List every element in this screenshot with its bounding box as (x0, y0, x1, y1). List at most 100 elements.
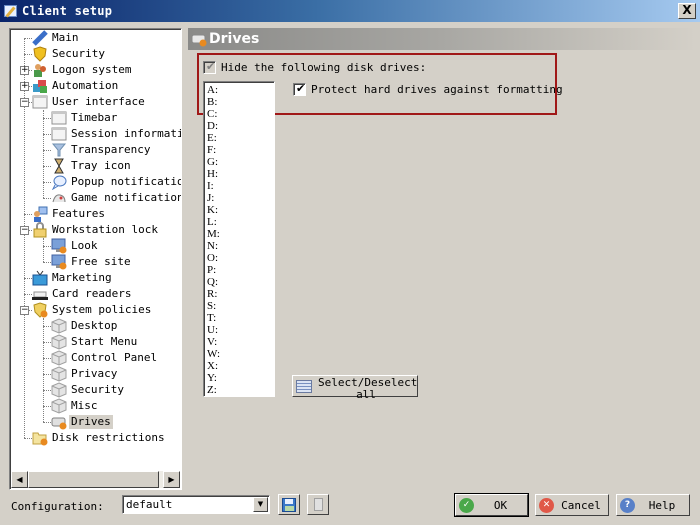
ok-button[interactable]: ✓ OK (454, 493, 529, 517)
policy-shield-icon (32, 302, 48, 318)
tree-item-security[interactable]: Security (51, 382, 126, 398)
tree-item-free-site[interactable]: Free site (51, 254, 133, 270)
drive-list-item[interactable]: T: (207, 312, 271, 324)
close-button[interactable]: X (678, 3, 696, 19)
drive-list-item[interactable]: F: (207, 144, 271, 156)
drive-list-item[interactable]: C: (207, 108, 271, 120)
tree-item-timebar[interactable]: Timebar (51, 110, 119, 126)
drive-list[interactable]: A: B: C: D: E: F: G: H: I: J: K: L: M: N: O: P: Q: R: S: T:… (203, 81, 275, 397)
tree-item-label: Start Menu (71, 335, 138, 348)
tree-horizontal-scrollbar[interactable]: ◀ ▶ (11, 471, 180, 488)
expand-icon[interactable]: + (20, 82, 29, 91)
user-monitor-icon (32, 206, 48, 222)
drive-list-item[interactable]: A: (207, 84, 271, 96)
window-title: Client setup (22, 4, 113, 18)
cancel-button[interactable]: ✕ Cancel (535, 494, 609, 516)
save-config-button[interactable] (278, 494, 300, 515)
monitor-icon (51, 238, 67, 254)
tree-item-card-readers[interactable]: Card readers (32, 286, 133, 302)
drive-list-item[interactable]: Y: (207, 372, 271, 384)
collapse-icon[interactable]: − (20, 226, 29, 235)
drive-list-item[interactable]: I: (207, 180, 271, 192)
funnel-icon (51, 142, 67, 158)
tree-item-disk-restrictions[interactable]: Disk restrictions (32, 430, 167, 446)
drive-list-item[interactable]: Z: (207, 384, 271, 396)
drive-list-item[interactable]: O: (207, 252, 271, 264)
tree-item-drives[interactable]: Drives (51, 414, 113, 430)
tree-item-game-notifications[interactable]: Game notifications (51, 190, 182, 206)
tree-item-popup-notification[interactable]: Popup notification (51, 174, 181, 191)
tree-item-control-panel[interactable]: Control Panel (51, 350, 159, 366)
collapse-icon[interactable]: − (20, 306, 29, 315)
drive-list-item[interactable]: L: (207, 216, 271, 228)
tree-item-tray-icon[interactable]: Tray icon (51, 158, 133, 174)
tree-item-label: Game notifications (71, 191, 182, 204)
tree-item-privacy[interactable]: Privacy (51, 366, 119, 382)
tree-item-features[interactable]: Features (32, 206, 107, 222)
drive-list-item[interactable]: J: (207, 192, 271, 204)
drive-list-item[interactable]: B: (207, 96, 271, 108)
collapse-icon[interactable]: − (20, 98, 29, 107)
window-icon (51, 110, 67, 126)
tree-item-automation[interactable]: Automation (32, 78, 120, 94)
hide-drives-option[interactable]: ✔ Hide the following disk drives: (203, 60, 426, 74)
protect-drives-checkbox[interactable]: ✔ (293, 82, 306, 96)
drive-list-item[interactable]: P: (207, 264, 271, 276)
help-circle-icon: ? (620, 497, 635, 513)
scroll-left-button[interactable]: ◀ (11, 471, 28, 488)
tree-item-user-interface[interactable]: User interface (32, 94, 147, 110)
drive-list-item[interactable]: G: (207, 156, 271, 168)
drive-list-item[interactable]: E: (207, 132, 271, 144)
drive-list-item[interactable]: W: (207, 348, 271, 360)
tree-item-label: Main (52, 31, 79, 44)
expand-icon[interactable]: + (20, 66, 29, 75)
drive-list-item[interactable]: K: (207, 204, 271, 216)
tree-item-start-menu[interactable]: Start Menu (51, 334, 139, 350)
drive-list-item[interactable]: S: (207, 300, 271, 312)
tree-item-look[interactable]: Look (51, 238, 100, 254)
protect-drives-label: Protect hard drives against formatting (311, 83, 563, 96)
chevron-down-icon[interactable]: ▼ (253, 497, 268, 512)
tree-item-label: Session information (71, 127, 181, 140)
scroll-thumb[interactable] (28, 471, 159, 488)
tree-item-desktop[interactable]: Desktop (51, 318, 119, 334)
scroll-right-button[interactable]: ▶ (163, 471, 180, 488)
tree-item-label: Control Panel (71, 351, 158, 364)
drive-list-item[interactable]: X: (207, 360, 271, 372)
drive-list-item[interactable]: D: (207, 120, 271, 132)
drive-list-item[interactable]: Q: (207, 276, 271, 288)
tree-item-logon-system[interactable]: Logon system (32, 62, 133, 78)
tree-item-label: Free site (71, 255, 131, 268)
drive-list-item[interactable]: R: (207, 288, 271, 300)
tree-item-workstation-lock[interactable]: Workstation lock (32, 222, 160, 238)
hide-drives-checkbox[interactable]: ✔ (203, 60, 216, 74)
select-deselect-all-button[interactable]: Select/Deselect all (292, 375, 418, 401)
tree-item-marketing[interactable]: Marketing (32, 270, 114, 286)
settings-tree[interactable]: ◀ ▶ Main Security + Logon system + Automation… (9, 28, 182, 490)
tree-item-misc[interactable]: Misc (51, 398, 100, 414)
delete-config-button[interactable] (307, 494, 329, 515)
tree-item-label: Features (52, 207, 105, 220)
cube-icon (51, 398, 67, 414)
panel-header: Drives (188, 28, 696, 50)
configuration-select[interactable]: default ▼ (122, 495, 270, 514)
drive-list-item[interactable]: V: (207, 336, 271, 348)
tree-item-label: Card readers (52, 287, 132, 300)
tree-item-label: Marketing (52, 271, 112, 284)
tree-item-main[interactable]: Main (32, 30, 81, 46)
drive-list-item[interactable]: M: (207, 228, 271, 240)
tree-item-label: Privacy (71, 367, 118, 380)
drive-list-item[interactable]: U: (207, 324, 271, 336)
tree-item-label: Misc (71, 399, 98, 412)
tree-item-system-policies[interactable]: System policies (32, 302, 153, 318)
help-button[interactable]: ? Help (616, 494, 690, 516)
drive-list-item[interactable]: N: (207, 240, 271, 252)
tree-item-label: Look (71, 239, 98, 252)
cancel-label: Cancel (561, 498, 601, 512)
protect-drives-option[interactable]: ✔ Protect hard drives against formatting (293, 82, 563, 96)
tree-item-session-information[interactable]: Session information (51, 126, 181, 142)
cube-icon (51, 318, 67, 334)
tree-item-security[interactable]: Security (32, 46, 107, 62)
tree-item-transparency[interactable]: Transparency (51, 142, 152, 158)
drive-list-item[interactable]: H: (207, 168, 271, 180)
